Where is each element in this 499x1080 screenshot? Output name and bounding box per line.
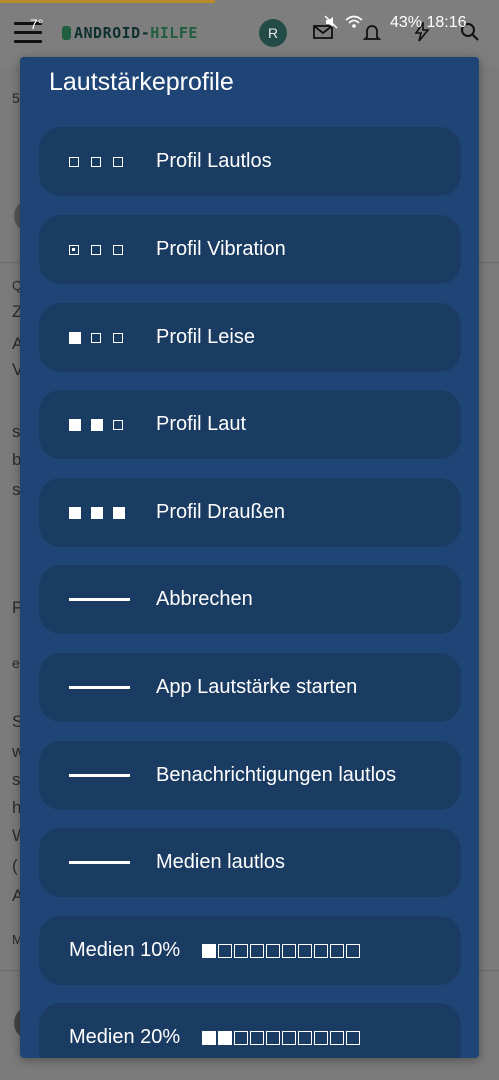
bg-snippet: 5 — [12, 90, 20, 106]
wifi-icon — [345, 15, 363, 28]
profile-vibration-option[interactable]: Profil Vibration — [39, 215, 461, 284]
volume-level-1-icon — [39, 331, 139, 344]
status-readout: 43% 18:16 — [390, 14, 467, 32]
avatar[interactable]: R — [259, 19, 287, 47]
level-segment-empty — [282, 943, 297, 958]
mute-icon — [324, 15, 338, 29]
level-segment-empty — [266, 1030, 281, 1045]
mute-media-option[interactable]: Medien lautlos — [39, 828, 461, 897]
option-label: Profil Draußen — [156, 501, 285, 523]
level-segment-empty — [298, 943, 313, 958]
dash-line-icon — [39, 861, 139, 864]
progress-accent — [0, 0, 215, 3]
mute-notifications-option[interactable]: Benachrichtigungen lautlos — [39, 741, 461, 810]
logo-text-part2: HILFE — [150, 24, 198, 42]
level-segment-empty — [250, 943, 265, 958]
dialog-title: Lautstärkeprofile — [49, 68, 234, 96]
level-segment-empty — [282, 1030, 297, 1045]
logo-text-part1: ANDROID- — [74, 24, 151, 42]
open-volume-app-option[interactable]: App Lautstärke starten — [39, 653, 461, 722]
media-level-bar — [202, 943, 362, 958]
level-segment-empty — [266, 943, 281, 958]
option-label: Medien 10% — [69, 939, 181, 961]
temperature: 7° — [30, 16, 44, 32]
media-level-bar — [202, 1030, 362, 1045]
option-label: Profil Laut — [156, 413, 247, 435]
level-segment-empty — [314, 1030, 329, 1045]
volume-level-0-icon — [39, 156, 139, 167]
volume-level-3-icon — [39, 506, 139, 519]
dash-line-icon — [39, 774, 139, 777]
level-segment-filled — [218, 1030, 233, 1045]
level-segment-empty — [330, 943, 345, 958]
profile-loud-option[interactable]: Profil Laut — [39, 390, 461, 459]
option-label: Profil Lautlos — [156, 150, 272, 172]
profile-outdoor-option[interactable]: Profil Draußen — [39, 478, 461, 547]
level-segment-empty — [218, 943, 233, 958]
level-segment-empty — [314, 943, 329, 958]
bell-icon[interactable] — [362, 22, 382, 42]
level-segment-filled — [202, 943, 217, 958]
level-segment-empty — [298, 1030, 313, 1045]
level-segment-empty — [346, 943, 361, 958]
level-segment-empty — [330, 1030, 345, 1045]
media-10-option[interactable]: Medien 10% — [39, 916, 461, 985]
vibration-level-icon — [39, 244, 139, 255]
level-segment-empty — [250, 1030, 265, 1045]
media-20-option[interactable]: Medien 20% — [39, 1003, 461, 1058]
option-label: Profil Leise — [156, 326, 255, 348]
option-label: Profil Vibration — [156, 238, 286, 260]
bg-snippet: e — [12, 655, 20, 671]
level-segment-empty — [346, 1030, 361, 1045]
profile-silent-option[interactable]: Profil Lautlos — [39, 127, 461, 196]
cancel-option[interactable]: Abbrechen — [39, 565, 461, 634]
profile-quiet-option[interactable]: Profil Leise — [39, 303, 461, 372]
option-label: Medien 20% — [69, 1026, 181, 1048]
battery-level: 43% — [390, 14, 423, 31]
clock: 18:16 — [426, 14, 467, 31]
option-label: Benachrichtigungen lautlos — [156, 764, 397, 786]
level-segment-empty — [234, 1030, 249, 1045]
dash-line-icon — [39, 686, 139, 689]
option-label: Abbrechen — [156, 588, 253, 610]
app-logo[interactable]: ANDROID-HILFE — [62, 24, 198, 42]
level-segment-empty — [234, 943, 249, 958]
logo-mark-icon — [62, 26, 71, 40]
option-label: App Lautstärke starten — [156, 676, 358, 698]
level-segment-filled — [202, 1030, 217, 1045]
volume-level-2-icon — [39, 418, 139, 431]
bg-snippet: ( — [12, 856, 18, 875]
dash-line-icon — [39, 598, 139, 601]
volume-profiles-dialog: Lautstärkeprofile Profil Lautlos Profil … — [20, 57, 479, 1058]
option-label: Medien lautlos — [156, 851, 285, 873]
